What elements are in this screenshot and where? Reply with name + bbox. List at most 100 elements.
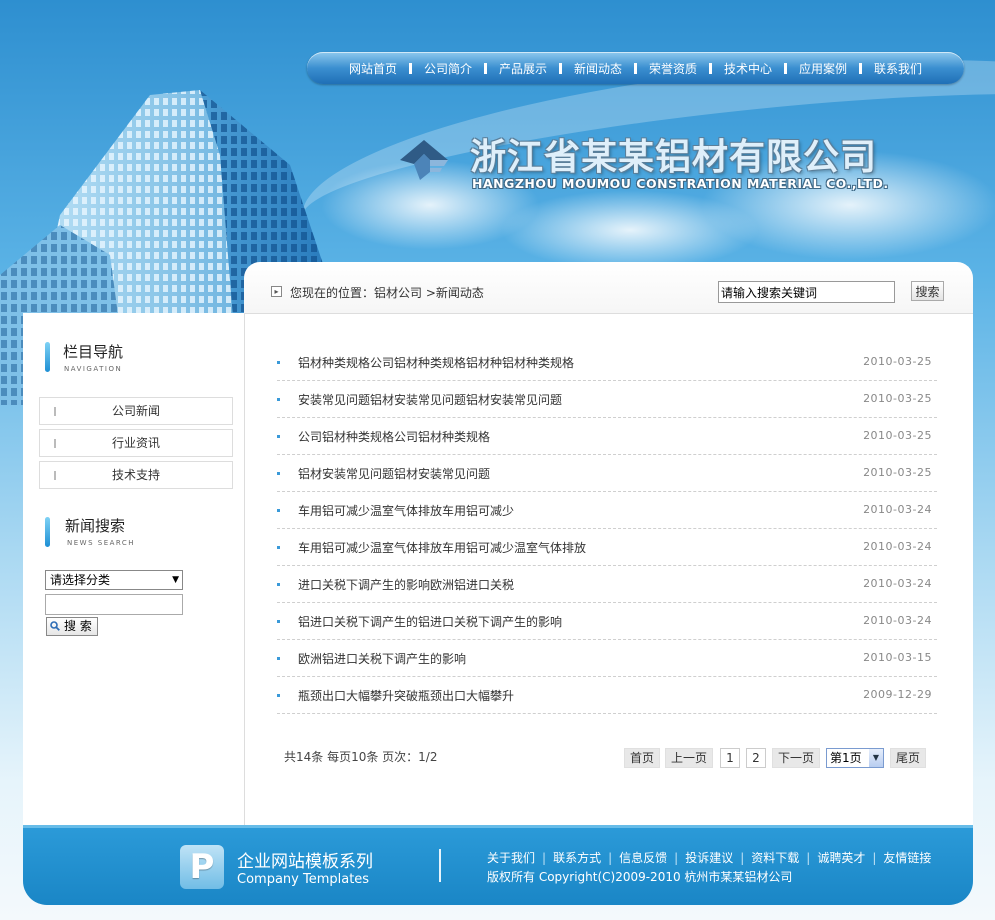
sidebar-item-label: 公司新闻 bbox=[111, 404, 160, 418]
news-list-item[interactable]: 瓶颈出口大幅攀升突破瓶颈出口大幅攀升 2009-12-29 bbox=[277, 677, 937, 714]
sidebar-nav-title-en: NAVIGATION bbox=[64, 365, 123, 373]
news-date: 2010-03-24 bbox=[863, 503, 932, 516]
news-list-item[interactable]: 进口关税下调产生的影响欧洲铝进口关税 2010-03-24 bbox=[277, 566, 937, 603]
news-title[interactable]: 铝进口关税下调产生的铝进口关税下调产生的影响 bbox=[298, 613, 562, 630]
footer-title-cn: 企业网站模板系列 bbox=[237, 852, 373, 872]
footer-link-separator: | bbox=[674, 851, 679, 865]
next-page-button[interactable]: 下一页 bbox=[772, 748, 820, 768]
sidebar-search-title-en: NEWS SEARCH bbox=[67, 539, 136, 547]
page-jump-value: 第1页 bbox=[830, 751, 862, 765]
footer-divider bbox=[439, 849, 441, 882]
breadcrumb-current: 新闻动态 bbox=[435, 286, 484, 300]
breadcrumb-prefix: 您现在的位置： bbox=[290, 286, 375, 300]
section-accent-bar bbox=[45, 517, 50, 547]
category-select-value: 请选择分类 bbox=[50, 573, 111, 587]
page-jump-select[interactable]: 第1页 ▼ bbox=[826, 748, 884, 768]
news-search-button-label: 搜 索 bbox=[64, 619, 92, 633]
nav-cases[interactable]: 应用案例 bbox=[787, 60, 859, 77]
bullet-icon bbox=[277, 583, 280, 586]
news-title[interactable]: 瓶颈出口大幅攀升突破瓶颈出口大幅攀升 bbox=[298, 687, 514, 704]
sidebar-item-tech-support[interactable]: 技术支持 bbox=[39, 461, 233, 489]
news-list-item[interactable]: 铝进口关税下调产生的铝进口关税下调产生的影响 2010-03-24 bbox=[277, 603, 937, 640]
news-search-input[interactable] bbox=[45, 594, 183, 615]
news-list-item[interactable]: 欧洲铝进口关税下调产生的影响 2010-03-15 bbox=[277, 640, 937, 677]
footer-link-complaint[interactable]: 投诉建议 bbox=[685, 851, 733, 865]
sidebar bbox=[23, 313, 245, 825]
breadcrumb: 您现在的位置：铝材公司 >新闻动态 bbox=[290, 284, 484, 301]
news-list-item[interactable]: 铝材种类规格公司铝材种类规格铝材种铝材种类规格 2010-03-25 bbox=[277, 344, 937, 381]
news-title[interactable]: 车用铝可减少温室气体排放车用铝可减少 bbox=[298, 502, 514, 519]
news-list-item[interactable]: 车用铝可减少温室气体排放车用铝可减少温室气体排放 2010-03-24 bbox=[277, 529, 937, 566]
footer-link-separator: | bbox=[542, 851, 547, 865]
news-title[interactable]: 公司铝材种类规格公司铝材种类规格 bbox=[298, 428, 490, 445]
sidebar-item-label: 行业资讯 bbox=[111, 436, 160, 450]
sidebar-item-label: 技术支持 bbox=[111, 468, 160, 482]
news-list-item[interactable]: 安装常见问题铝材安装常见问题铝材安装常见问题 2010-03-25 bbox=[277, 381, 937, 418]
news-date: 2010-03-25 bbox=[863, 392, 932, 405]
company-logo-icon bbox=[400, 140, 448, 180]
news-search-button[interactable]: 搜 索 bbox=[46, 617, 98, 636]
page-number-button[interactable]: 1 bbox=[720, 748, 740, 768]
search-icon bbox=[50, 621, 60, 631]
footer-link-about[interactable]: 关于我们 bbox=[487, 851, 535, 865]
nav-home[interactable]: 网站首页 bbox=[337, 60, 409, 77]
news-date: 2010-03-25 bbox=[863, 466, 932, 479]
footer-title-en: Company Templates bbox=[237, 872, 370, 887]
footer-link-downloads[interactable]: 资料下载 bbox=[751, 851, 799, 865]
keyword-search-input[interactable] bbox=[718, 281, 895, 303]
pagination-info: 共14条 每页10条 页次：1/2 bbox=[284, 750, 438, 764]
news-date: 2010-03-24 bbox=[863, 540, 932, 553]
news-date: 2010-03-25 bbox=[863, 355, 932, 368]
section-accent-bar bbox=[45, 342, 50, 372]
footer-link-friends[interactable]: 友情链接 bbox=[883, 851, 931, 865]
news-title[interactable]: 车用铝可减少温室气体排放车用铝可减少温室气体排放 bbox=[298, 539, 586, 556]
footer-link-contact[interactable]: 联系方式 bbox=[553, 851, 601, 865]
news-list-item[interactable]: 车用铝可减少温室气体排放车用铝可减少 2010-03-24 bbox=[277, 492, 937, 529]
company-name-en: HANGZHOU MOUMOU CONSTRATION MATERIAL CO.… bbox=[472, 176, 889, 191]
news-list-item[interactable]: 公司铝材种类规格公司铝材种类规格 2010-03-25 bbox=[277, 418, 937, 455]
footer-link-feedback[interactable]: 信息反馈 bbox=[619, 851, 667, 865]
dropdown-arrow-icon: ▼ bbox=[172, 575, 179, 585]
footer-link-careers[interactable]: 诚聘英才 bbox=[817, 851, 865, 865]
bullet-icon bbox=[277, 694, 280, 697]
sidebar-item-company-news[interactable]: 公司新闻 bbox=[39, 397, 233, 425]
last-page-button[interactable]: 尾页 bbox=[890, 748, 926, 768]
footer-links: 关于我们 | 联系方式 | 信息反馈 | 投诉建议 | 资料下载 | 诚聘英才 | 友情链接 bbox=[487, 849, 931, 866]
keyword-search-button[interactable]: 搜索 bbox=[911, 281, 944, 301]
nav-tech[interactable]: 技术中心 bbox=[712, 60, 784, 77]
nav-honors[interactable]: 荣誉资质 bbox=[637, 60, 709, 77]
news-title[interactable]: 欧洲铝进口关税下调产生的影响 bbox=[298, 650, 466, 667]
news-list-item[interactable]: 铝材安装常见问题铝材安装常见问题 2010-03-25 bbox=[277, 455, 937, 492]
news-title[interactable]: 进口关税下调产生的影响欧洲铝进口关税 bbox=[298, 576, 514, 593]
bullet-icon bbox=[277, 361, 280, 364]
bullet-icon bbox=[277, 620, 280, 623]
nav-news[interactable]: 新闻动态 bbox=[562, 60, 634, 77]
company-name-cn: 浙江省某某铝材有限公司 bbox=[470, 137, 878, 178]
sidebar-nav-title: 栏目导航 bbox=[63, 343, 124, 361]
bullet-icon bbox=[277, 509, 280, 512]
category-select[interactable]: 请选择分类 ▼ bbox=[45, 570, 183, 590]
page-number-button[interactable]: 2 bbox=[746, 748, 766, 768]
breadcrumb-separator: > bbox=[425, 286, 436, 300]
first-page-button[interactable]: 首页 bbox=[624, 748, 660, 768]
nav-contact[interactable]: 联系我们 bbox=[862, 60, 934, 77]
footer-copyright: 版权所有 Copyright(C)2009-2010 杭州市某某铝材公司 bbox=[487, 870, 793, 884]
footer-link-separator: | bbox=[608, 851, 613, 865]
breadcrumb-home-link[interactable]: 铝材公司 bbox=[374, 286, 422, 300]
dropdown-arrow-icon: ▼ bbox=[869, 749, 883, 767]
sidebar-search-title: 新闻搜索 bbox=[65, 517, 126, 535]
bullet-icon bbox=[277, 546, 280, 549]
news-title[interactable]: 安装常见问题铝材安装常见问题铝材安装常见问题 bbox=[298, 391, 562, 408]
bullet-icon bbox=[277, 657, 280, 660]
news-title[interactable]: 铝材种类规格公司铝材种类规格铝材种铝材种类规格 bbox=[298, 354, 574, 371]
footer-link-separator: | bbox=[806, 851, 811, 865]
sidebar-item-industry-info[interactable]: 行业资讯 bbox=[39, 429, 233, 457]
nav-about[interactable]: 公司简介 bbox=[412, 60, 484, 77]
news-date: 2010-03-25 bbox=[863, 429, 932, 442]
bullet-icon bbox=[277, 435, 280, 438]
news-title[interactable]: 铝材安装常见问题铝材安装常见问题 bbox=[298, 465, 490, 482]
nav-products[interactable]: 产品展示 bbox=[487, 60, 559, 77]
breadcrumb-arrow-icon: ▸ bbox=[271, 286, 282, 297]
prev-page-button[interactable]: 上一页 bbox=[665, 748, 713, 768]
item-marker-icon bbox=[54, 471, 56, 480]
